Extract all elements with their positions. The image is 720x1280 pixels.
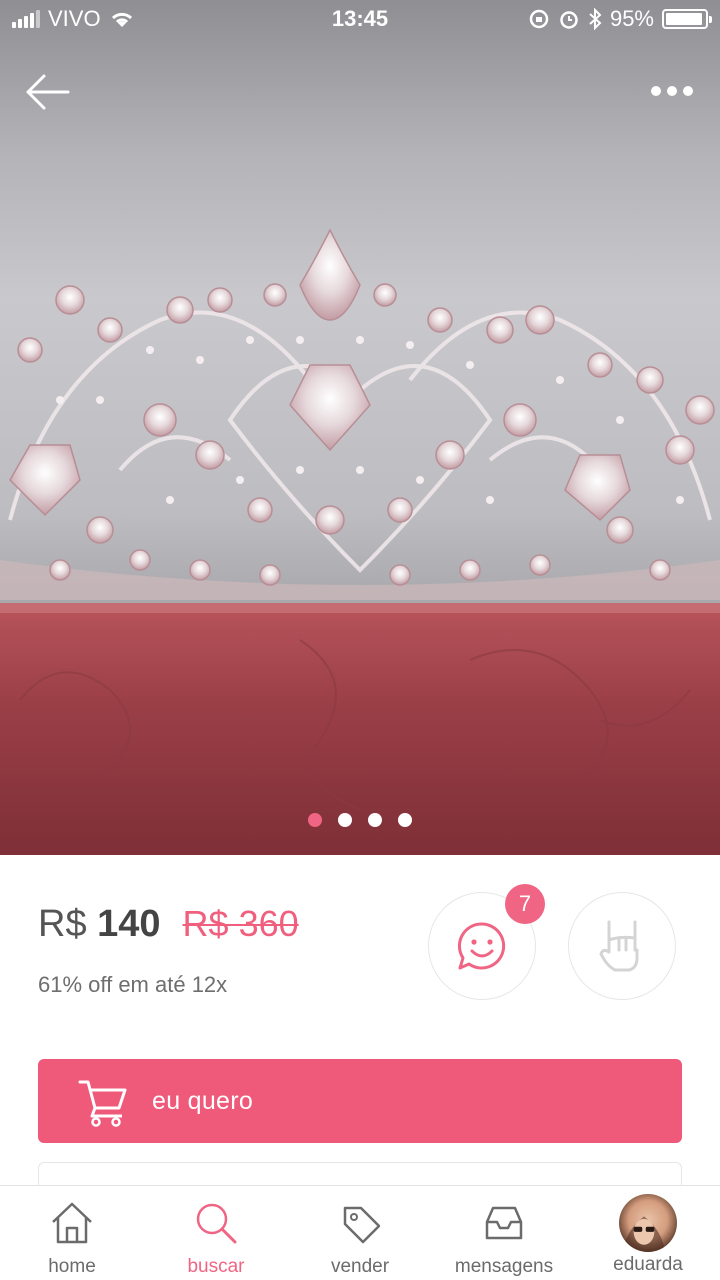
tab-messages-label: mensagens bbox=[454, 1256, 554, 1277]
tab-sell[interactable]: vender bbox=[288, 1186, 432, 1280]
price-row: R$ 140 R$ 360 bbox=[38, 903, 299, 946]
rock-hand-icon bbox=[599, 920, 639, 972]
carousel-dot[interactable] bbox=[368, 813, 382, 827]
comment-count-badge: 7 bbox=[505, 884, 545, 924]
tab-search-label: buscar bbox=[187, 1256, 245, 1277]
status-right: 95% bbox=[528, 6, 712, 32]
more-options-button[interactable] bbox=[646, 76, 698, 106]
currency-prefix: R$ bbox=[38, 903, 87, 945]
home-icon bbox=[52, 1202, 92, 1244]
tab-profile-label: eduarda bbox=[613, 1254, 683, 1275]
tab-profile[interactable]: eduarda bbox=[576, 1186, 720, 1280]
back-button[interactable] bbox=[22, 70, 74, 114]
product-image[interactable]: VIVO 13:45 95% bbox=[0, 0, 720, 855]
tab-bar: home buscar vender mensagens eduarda bbox=[0, 1185, 720, 1280]
tab-sell-label: vender bbox=[330, 1256, 390, 1277]
discount-installments: 61% off em até 12x bbox=[38, 972, 228, 997]
bluetooth-icon bbox=[589, 8, 602, 30]
inbox-icon bbox=[485, 1206, 523, 1240]
tiara-photo bbox=[0, 228, 720, 855]
alarm-icon bbox=[560, 11, 578, 29]
price-value: 140 bbox=[97, 903, 161, 945]
avatar bbox=[619, 1194, 677, 1252]
original-price: R$ 360 bbox=[182, 903, 299, 944]
rotation-lock-icon bbox=[529, 9, 549, 29]
buy-button-label: eu quero bbox=[152, 1086, 254, 1115]
image-carousel-dots[interactable] bbox=[0, 813, 720, 827]
carousel-dot[interactable] bbox=[308, 813, 322, 827]
carousel-dot[interactable] bbox=[338, 813, 352, 827]
smiley-chat-icon bbox=[457, 922, 506, 970]
tab-home[interactable]: home bbox=[0, 1186, 144, 1280]
buy-button[interactable]: eu quero bbox=[38, 1059, 682, 1143]
tag-icon bbox=[343, 1206, 381, 1244]
search-icon bbox=[196, 1203, 237, 1244]
battery-icon bbox=[662, 9, 712, 29]
cart-icon bbox=[78, 1080, 127, 1127]
status-bar: VIVO 13:45 95% bbox=[0, 0, 720, 40]
carousel-dot[interactable] bbox=[398, 813, 412, 827]
tab-search[interactable]: buscar bbox=[144, 1186, 288, 1280]
tab-home-label: home bbox=[48, 1256, 96, 1277]
like-button[interactable] bbox=[568, 892, 676, 1000]
tab-messages[interactable]: mensagens bbox=[432, 1186, 576, 1280]
current-price: R$ 140 bbox=[38, 903, 161, 946]
battery-percentage: 95% bbox=[609, 6, 654, 31]
